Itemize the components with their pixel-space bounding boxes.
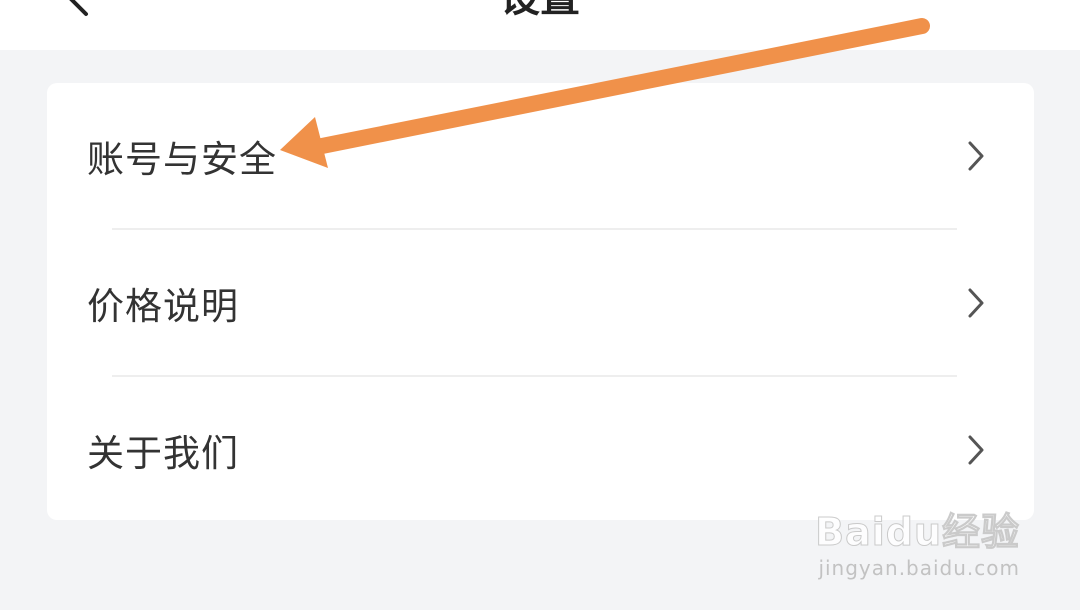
chevron-right-icon	[966, 287, 986, 319]
settings-item-label: 价格说明	[87, 285, 239, 328]
settings-item-label: 账号与安全	[87, 138, 277, 181]
watermark-logo: Baidu经验	[815, 510, 1020, 555]
settings-item-label: 关于我们	[87, 432, 239, 475]
settings-item-pricing[interactable]: 价格说明	[47, 230, 1034, 376]
settings-item-account-security[interactable]: 账号与安全	[47, 83, 1034, 229]
chevron-right-icon	[966, 434, 986, 466]
chevron-right-icon	[966, 140, 986, 172]
page-title: 设置	[0, 0, 1080, 22]
watermark-url: jingyan.baidu.com	[818, 556, 1020, 580]
top-bar: 设置	[0, 0, 1080, 50]
settings-card: 账号与安全 价格说明 关于我们	[47, 83, 1034, 520]
watermark: Baidu经验 jingyan.baidu.com	[815, 501, 1020, 581]
